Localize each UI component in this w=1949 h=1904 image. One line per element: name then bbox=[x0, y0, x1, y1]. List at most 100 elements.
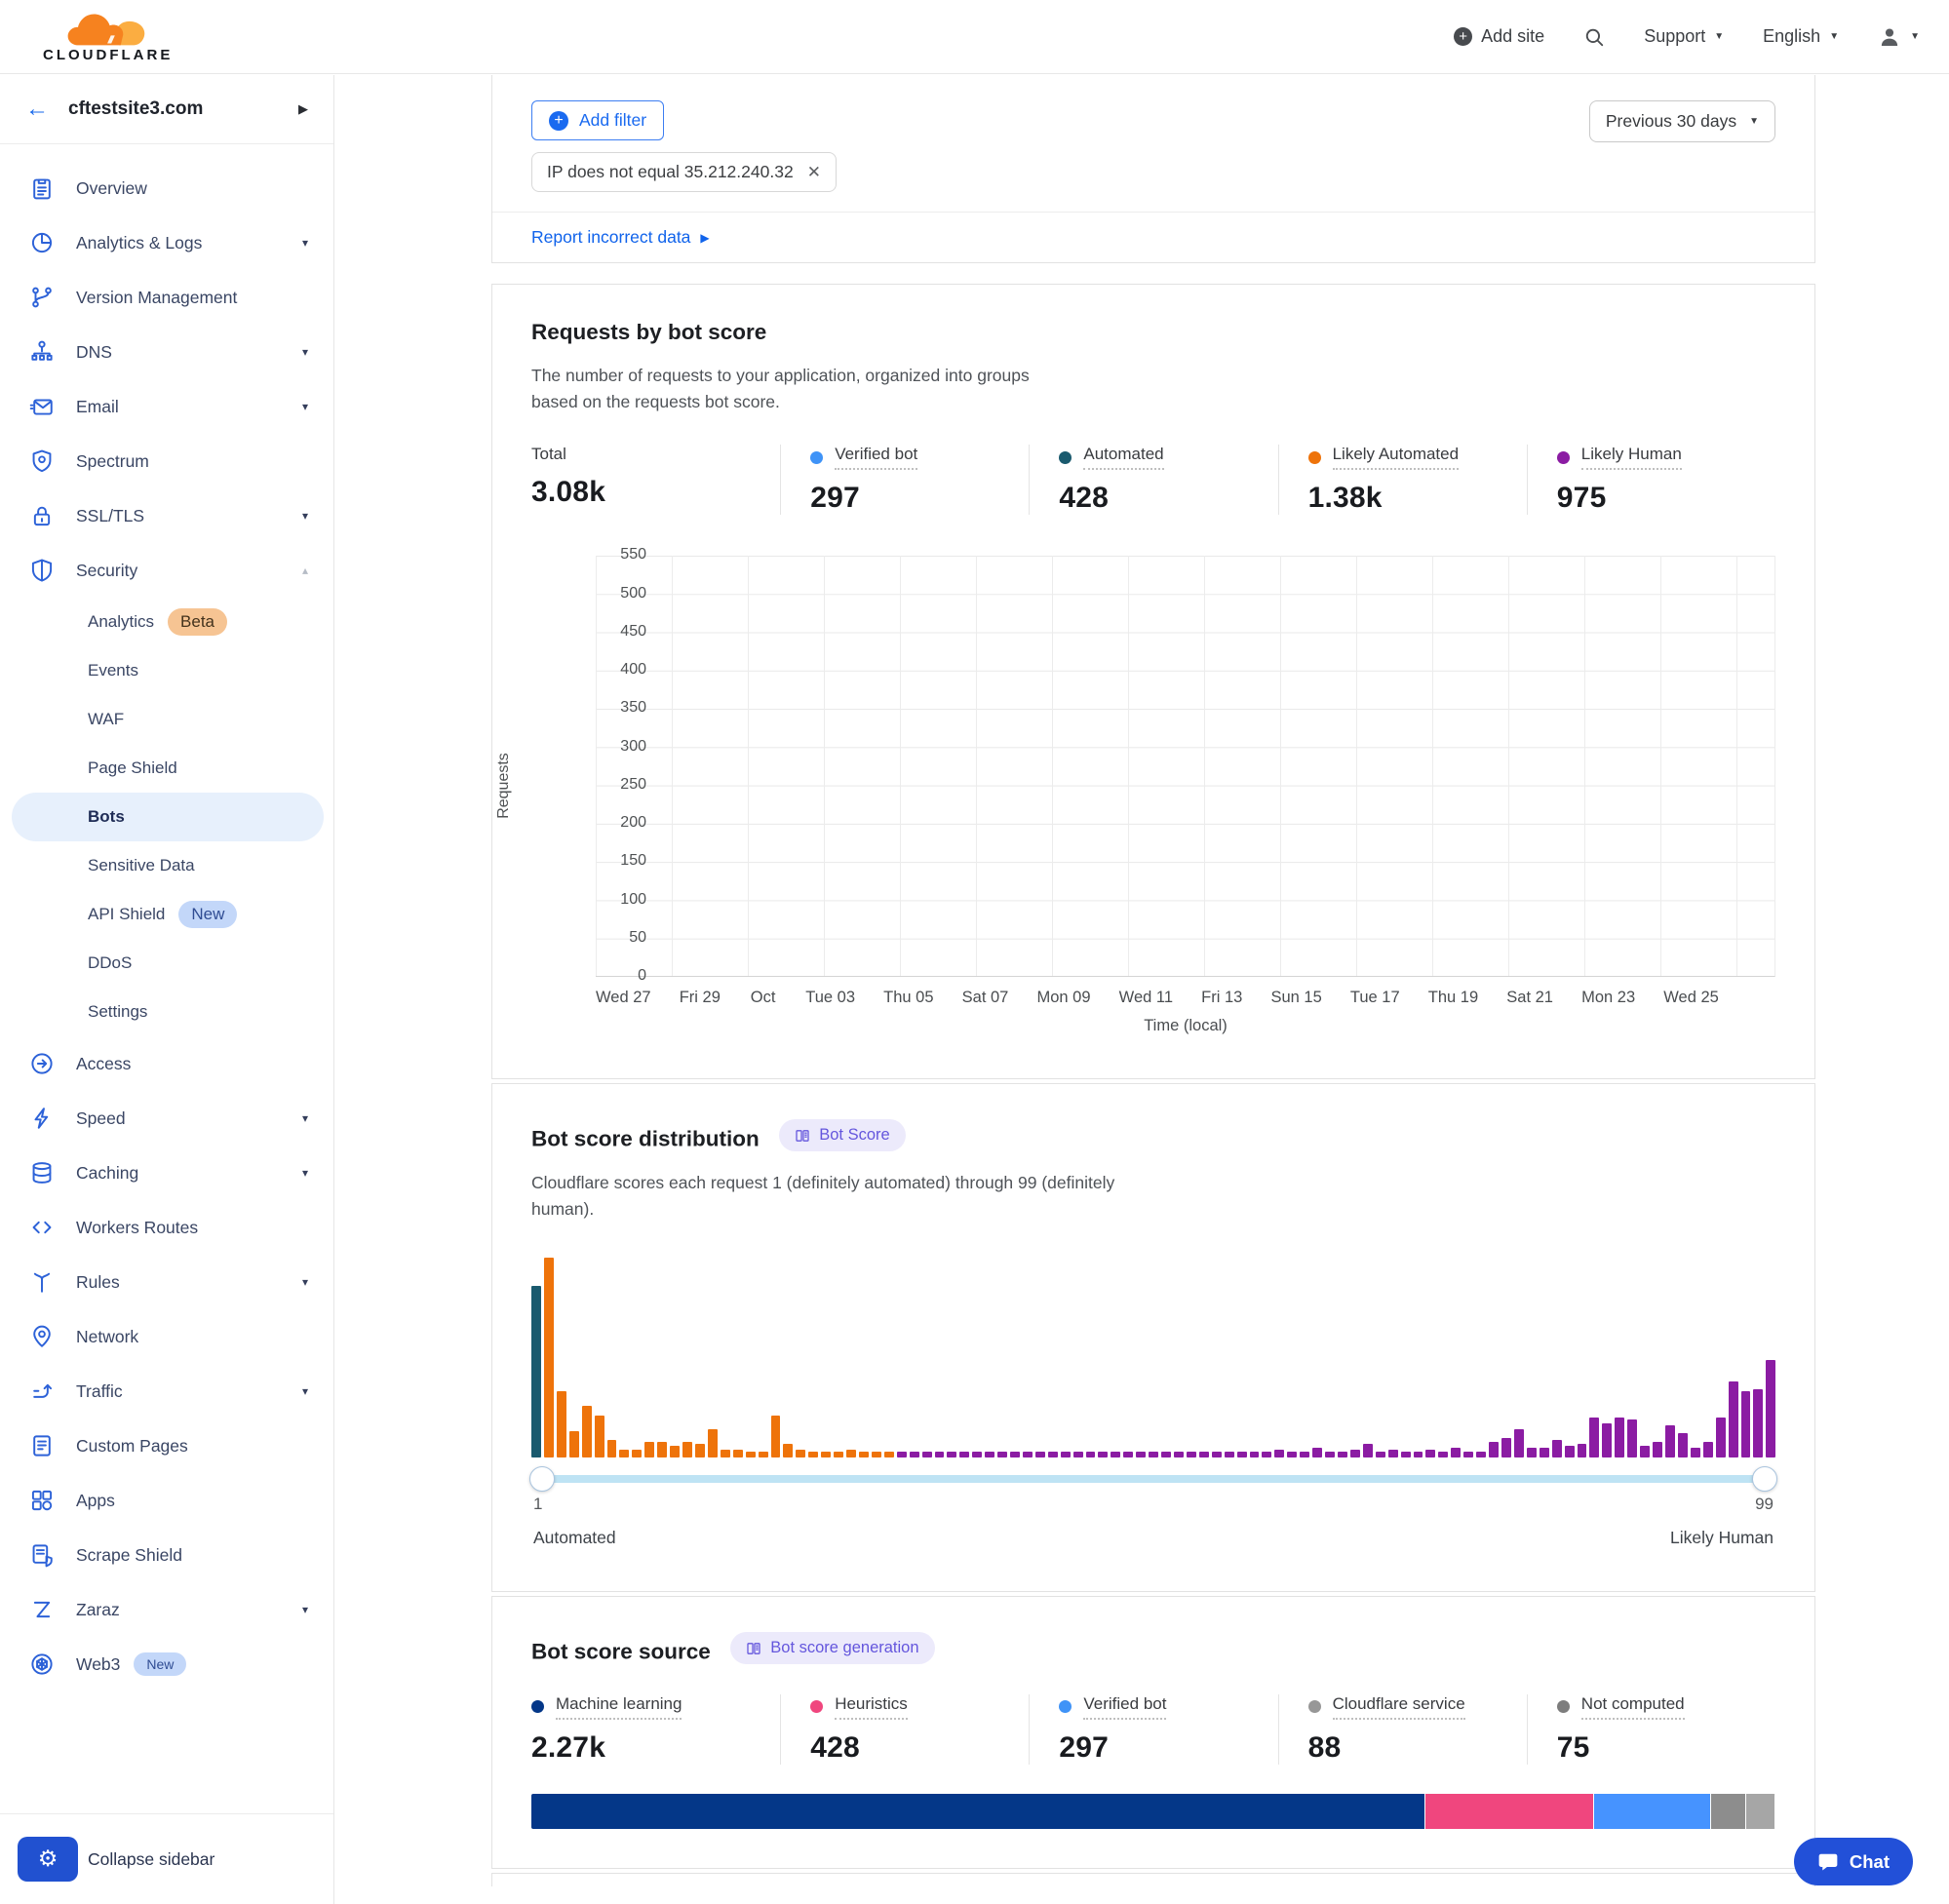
stat-label[interactable]: Likely Human bbox=[1581, 445, 1682, 470]
bot-score-source-card: Bot score source Bot score generation Ma… bbox=[491, 1596, 1815, 1869]
sidebar-item-email[interactable]: Email▾ bbox=[0, 379, 333, 434]
histogram-bar-score-49 bbox=[1136, 1452, 1146, 1457]
histogram-bar-score-70 bbox=[1401, 1452, 1411, 1457]
sidebar-item-workers-routes[interactable]: Workers Routes bbox=[0, 1200, 333, 1255]
bot-score-generation-doc-badge[interactable]: Bot score generation bbox=[730, 1632, 934, 1664]
collapse-sidebar-button[interactable]: Collapse sidebar bbox=[88, 1849, 214, 1870]
sidebar-item-scrape-shield[interactable]: Scrape Shield bbox=[0, 1528, 333, 1582]
sidebar-item-label: Analytics bbox=[88, 612, 154, 632]
settings-gear-button[interactable]: ⚙ bbox=[18, 1837, 78, 1882]
support-menu[interactable]: Support ▼ bbox=[1644, 26, 1724, 47]
sidebar-item-apps[interactable]: Apps bbox=[0, 1473, 333, 1528]
sidebar-item-network[interactable]: Network bbox=[0, 1309, 333, 1364]
chat-bubble-icon bbox=[1817, 1851, 1839, 1873]
stat-label[interactable]: Likely Automated bbox=[1333, 445, 1459, 470]
sidebar-item-rules[interactable]: Rules▾ bbox=[0, 1255, 333, 1309]
stat-label[interactable]: Verified bot bbox=[1083, 1694, 1166, 1720]
histogram-bar-score-58 bbox=[1250, 1452, 1260, 1457]
sidebar-item-caching[interactable]: Caching▾ bbox=[0, 1146, 333, 1200]
stat-label[interactable]: Cloudflare service bbox=[1333, 1694, 1465, 1720]
legend-dot bbox=[1308, 1700, 1321, 1713]
x-axis-labels: Wed 27Fri 29OctTue 03Thu 05Sat 07Mon 09W… bbox=[596, 989, 1775, 1007]
source-bar-segment-machine-learning bbox=[531, 1794, 1425, 1829]
chevron-down-icon: ▼ bbox=[1910, 31, 1920, 42]
sidebar-item-label: Rules bbox=[76, 1272, 120, 1293]
sidebar: ← cftestsite3.com ▶ OverviewAnalytics & … bbox=[0, 75, 334, 1904]
sidebar-item-dns[interactable]: DNS▾ bbox=[0, 325, 333, 379]
requests-stat-automated: Automated428 bbox=[1029, 445, 1277, 515]
sidebar-item-ddos[interactable]: DDoS bbox=[12, 939, 324, 988]
chevron-down-icon: ▾ bbox=[302, 1384, 308, 1398]
sidebar-item-zaraz[interactable]: Zaraz▾ bbox=[0, 1582, 333, 1637]
histogram-bar-score-69 bbox=[1388, 1450, 1398, 1457]
sidebar-item-api-shield[interactable]: API ShieldNew bbox=[12, 890, 324, 939]
x-tick-label: Tue 17 bbox=[1350, 989, 1400, 1007]
sidebar-item-analytics-logs[interactable]: Analytics & Logs▾ bbox=[0, 215, 333, 270]
x-tick-label: Wed 11 bbox=[1119, 989, 1173, 1007]
histogram-bar-score-27 bbox=[859, 1452, 869, 1457]
language-menu[interactable]: English ▼ bbox=[1763, 26, 1839, 47]
sidebar-item-web3[interactable]: Web3New bbox=[0, 1637, 333, 1691]
slider-handle-max[interactable] bbox=[1752, 1466, 1777, 1492]
sidebar-item-version-management[interactable]: Version Management bbox=[0, 270, 333, 325]
histogram-bar-score-24 bbox=[821, 1452, 831, 1457]
sidebar-item-traffic[interactable]: Traffic▾ bbox=[0, 1364, 333, 1418]
sidebar-item-sensitive-data[interactable]: Sensitive Data bbox=[12, 841, 324, 890]
speed-icon bbox=[29, 1106, 55, 1131]
sidebar-item-spectrum[interactable]: Spectrum bbox=[0, 434, 333, 488]
sidebar-item-label: Version Management bbox=[76, 288, 237, 308]
histogram-bar-score-82 bbox=[1552, 1440, 1562, 1457]
sidebar-item-label: Sensitive Data bbox=[88, 856, 195, 875]
bot-score-doc-badge[interactable]: Bot Score bbox=[779, 1119, 905, 1151]
stat-label[interactable]: Heuristics bbox=[835, 1694, 908, 1720]
sidebar-item-events[interactable]: Events bbox=[12, 646, 324, 695]
account-menu[interactable]: ▼ bbox=[1878, 25, 1920, 49]
security-icon bbox=[29, 558, 55, 583]
back-arrow-icon[interactable]: ← bbox=[25, 97, 49, 121]
search-button[interactable] bbox=[1583, 26, 1605, 48]
sidebar-item-access[interactable]: Access bbox=[0, 1036, 333, 1091]
close-icon[interactable]: ✕ bbox=[807, 163, 821, 182]
filter-chip[interactable]: IP does not equal 35.212.240.32 ✕ bbox=[531, 152, 837, 192]
add-site-button[interactable]: + Add site bbox=[1454, 26, 1544, 47]
report-incorrect-data-link[interactable]: Report incorrect data ▶ bbox=[531, 227, 710, 248]
histogram-bar-score-41 bbox=[1035, 1452, 1045, 1457]
sidebar-item-analytics[interactable]: AnalyticsBeta bbox=[12, 598, 324, 646]
sidebar-item-waf[interactable]: WAF bbox=[12, 695, 324, 744]
sidebar-item-custom-pages[interactable]: Custom Pages bbox=[0, 1418, 333, 1473]
slider-handle-min[interactable] bbox=[529, 1466, 555, 1492]
stat-label[interactable]: Not computed bbox=[1581, 1694, 1685, 1720]
sidebar-item-overview[interactable]: Overview bbox=[0, 161, 333, 215]
stat-value: 88 bbox=[1308, 1731, 1527, 1765]
dns-icon bbox=[29, 339, 55, 365]
sidebar-item-page-shield[interactable]: Page Shield bbox=[12, 744, 324, 793]
chevron-down-icon: ▼ bbox=[1714, 31, 1724, 42]
chat-button[interactable]: Chat bbox=[1794, 1838, 1913, 1885]
histogram-bar-score-66 bbox=[1350, 1450, 1360, 1457]
date-range-select[interactable]: Previous 30 days ▼ bbox=[1589, 100, 1775, 142]
sidebar-item-bots[interactable]: Bots bbox=[12, 793, 324, 841]
stat-value: 1.38k bbox=[1308, 482, 1527, 515]
stat-label[interactable]: Verified bot bbox=[835, 445, 917, 470]
cloudflare-logo[interactable]: CLOUDFLARE bbox=[43, 10, 173, 63]
histogram-bar-score-90 bbox=[1653, 1442, 1662, 1457]
chevron-right-icon[interactable]: ▶ bbox=[298, 101, 308, 117]
stat-label[interactable]: Automated bbox=[1083, 445, 1163, 470]
apps-icon bbox=[29, 1488, 55, 1513]
legend-dot bbox=[531, 1700, 544, 1713]
sidebar-item-ssl-tls[interactable]: SSL/TLS▾ bbox=[0, 488, 333, 543]
sidebar-item-speed[interactable]: Speed▾ bbox=[0, 1091, 333, 1146]
workers-icon bbox=[29, 1215, 55, 1240]
version-icon bbox=[29, 285, 55, 310]
x-tick-label bbox=[934, 989, 962, 1007]
stat-label[interactable]: Machine learning bbox=[556, 1694, 682, 1720]
score-range-slider[interactable] bbox=[533, 1475, 1774, 1483]
site-selector[interactable]: ← cftestsite3.com ▶ bbox=[0, 75, 333, 144]
sidebar-item-security[interactable]: Security▴ bbox=[0, 543, 333, 598]
histogram-bar-score-12 bbox=[670, 1446, 680, 1457]
histogram-bar-score-26 bbox=[846, 1450, 856, 1457]
y-tick-label: 550 bbox=[604, 546, 646, 563]
add-filter-button[interactable]: + Add filter bbox=[531, 100, 664, 140]
sidebar-item-settings[interactable]: Settings bbox=[12, 988, 324, 1036]
histogram-bar-score-43 bbox=[1061, 1452, 1071, 1457]
